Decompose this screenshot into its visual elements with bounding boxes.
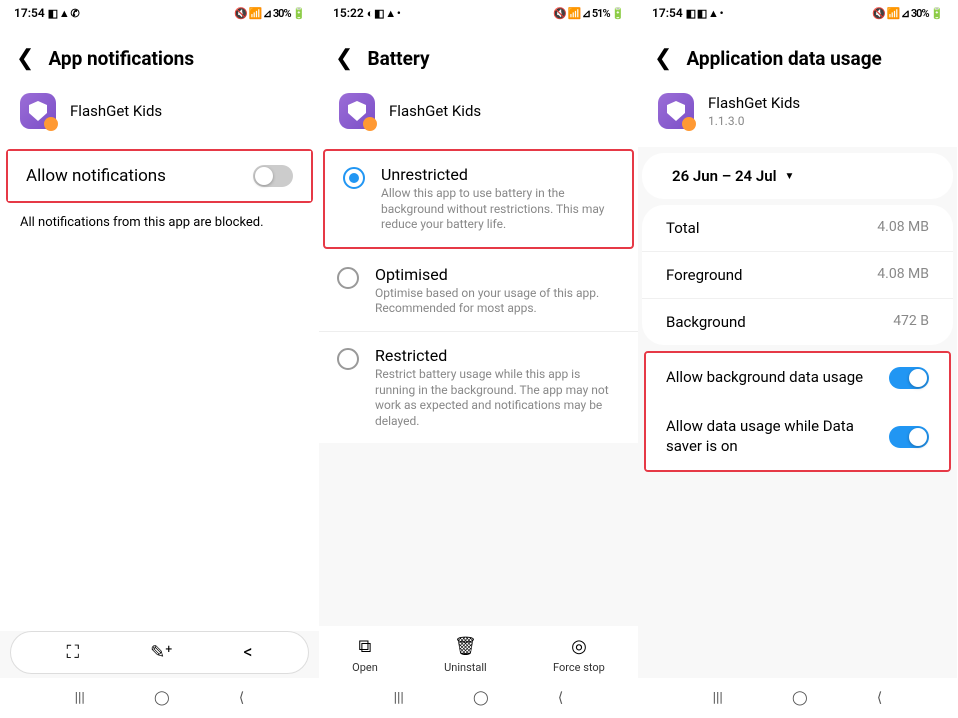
- chevron-down-icon: ▼: [784, 171, 794, 182]
- radio-icon[interactable]: [343, 167, 365, 189]
- app-name: FlashGet Kids: [708, 94, 800, 112]
- option-title: Restricted: [375, 346, 620, 365]
- status-bar: 17:54 ◧ ◧ ▲ • 🔇 📶 ⊿ 30% 🔋: [638, 0, 957, 26]
- option-restricted[interactable]: Restricted Restrict battery usage while …: [319, 332, 638, 443]
- uninstall-button[interactable]: 🗑 Uninstall: [444, 636, 487, 674]
- toggle-background-data[interactable]: Allow background data usage: [646, 353, 949, 403]
- highlight-data-toggles: Allow background data usage Allow data u…: [644, 351, 951, 472]
- app-row: FlashGet Kids: [0, 85, 319, 147]
- toggle-label: Allow notifications: [26, 166, 166, 186]
- share-icon[interactable]: <: [243, 642, 252, 663]
- status-right-icons: 🔇 📶 ⊿ 30% 🔋: [872, 7, 943, 20]
- nav-bar: ||| ◯ ⟨: [319, 678, 638, 718]
- screen-battery: 15:22 ◐ ◧ ▲ • 🔇 📶 ⊿ 51% 🔋 ❮ Battery Flas…: [319, 0, 638, 718]
- app-icon: [339, 93, 375, 129]
- back-icon[interactable]: ❮: [654, 46, 672, 71]
- app-row: FlashGet Kids 1.1.3.0: [638, 85, 957, 147]
- edit-icon[interactable]: ✎⁺: [150, 642, 172, 663]
- status-time: 17:54: [14, 6, 45, 20]
- nav-back[interactable]: ⟨: [877, 690, 882, 706]
- app-icon: [20, 93, 56, 129]
- header: ❮ Application data usage: [638, 26, 957, 85]
- hint-text: All notifications from this app are bloc…: [0, 205, 319, 240]
- nav-recent[interactable]: |||: [394, 690, 404, 706]
- header: ❮ Battery: [319, 26, 638, 85]
- nav-back[interactable]: ⟨: [239, 690, 244, 706]
- nav-home[interactable]: ◯: [473, 690, 489, 706]
- page-title: App notifications: [48, 47, 194, 70]
- status-right-icons: 🔇 📶 ⊿ 51% 🔋: [553, 7, 624, 20]
- toggle-switch[interactable]: [889, 367, 929, 389]
- highlight-allow-notifications: Allow notifications: [6, 149, 313, 203]
- nav-bar: ||| ◯ ⟨: [0, 678, 319, 718]
- header: ❮ App notifications: [0, 26, 319, 85]
- nav-back[interactable]: ⟨: [558, 690, 563, 706]
- app-name: FlashGet Kids: [389, 102, 481, 120]
- option-title: Unrestricted: [381, 165, 614, 184]
- status-bar: 17:54 ◧ ▲ ✆ 🔇 📶 ⊿ 30% 🔋: [0, 0, 319, 26]
- status-time: 17:54: [652, 6, 683, 20]
- allow-notifications-row[interactable]: Allow notifications: [8, 151, 311, 201]
- open-icon: ⧉: [359, 636, 372, 657]
- bottom-action-bar: ⧉ Open 🗑 Uninstall ◎ Force stop: [319, 626, 638, 678]
- app-name: FlashGet Kids: [70, 102, 162, 120]
- usage-foreground: Foreground 4.08 MB: [642, 252, 953, 299]
- screen-app-notifications: 17:54 ◧ ▲ ✆ 🔇 📶 ⊿ 30% 🔋 ❮ App notificati…: [0, 0, 319, 718]
- status-bar: 15:22 ◐ ◧ ▲ • 🔇 📶 ⊿ 51% 🔋: [319, 0, 638, 26]
- back-icon[interactable]: ❮: [16, 46, 34, 71]
- toggle-switch[interactable]: [889, 426, 929, 448]
- nav-recent[interactable]: |||: [713, 690, 723, 706]
- status-time: 15:22: [333, 6, 364, 20]
- status-left-icons: ◧ ▲ ✆: [48, 7, 79, 20]
- option-title: Optimised: [375, 265, 620, 284]
- usage-background: Background 472 B: [642, 299, 953, 345]
- date-range-selector[interactable]: 26 Jun – 24 Jul ▼: [642, 153, 953, 199]
- date-range-label: 26 Jun – 24 Jul: [672, 167, 776, 185]
- nav-home[interactable]: ◯: [154, 690, 170, 706]
- open-button[interactable]: ⧉ Open: [352, 636, 378, 674]
- status-left-icons: ◧ ◧ ▲ •: [686, 7, 723, 20]
- trash-icon: 🗑: [454, 636, 477, 657]
- usage-card: Total 4.08 MB Foreground 4.08 MB Backgro…: [642, 205, 953, 345]
- usage-total: Total 4.08 MB: [642, 205, 953, 252]
- scan-icon[interactable]: ⛶: [66, 642, 79, 663]
- radio-icon[interactable]: [337, 348, 359, 370]
- highlight-unrestricted: Unrestricted Allow this app to use batte…: [323, 149, 634, 249]
- force-stop-button[interactable]: ◎ Force stop: [553, 636, 605, 674]
- status-right-icons: 🔇 📶 ⊿ 30% 🔋: [234, 7, 305, 20]
- option-desc: Allow this app to use battery in the bac…: [381, 186, 614, 233]
- page-title: Battery: [367, 47, 429, 70]
- option-desc: Optimise based on your usage of this app…: [375, 286, 620, 317]
- radio-icon[interactable]: [337, 267, 359, 289]
- toggle-switch[interactable]: [253, 165, 293, 187]
- app-row: FlashGet Kids: [319, 85, 638, 147]
- option-optimised[interactable]: Optimised Optimise based on your usage o…: [319, 251, 638, 332]
- screen-data-usage: 17:54 ◧ ◧ ▲ • 🔇 📶 ⊿ 30% 🔋 ❮ Application …: [638, 0, 957, 718]
- app-version: 1.1.3.0: [708, 114, 800, 128]
- option-desc: Restrict battery usage while this app is…: [375, 367, 620, 429]
- app-icon: [658, 93, 694, 129]
- page-title: Application data usage: [686, 47, 881, 70]
- pill-bar: ⛶ ✎⁺ <: [10, 631, 309, 674]
- nav-recent[interactable]: |||: [75, 690, 85, 706]
- option-unrestricted[interactable]: Unrestricted Allow this app to use batte…: [325, 151, 632, 247]
- back-icon[interactable]: ❮: [335, 46, 353, 71]
- toggle-data-saver[interactable]: Allow data usage while Data saver is on: [646, 403, 949, 470]
- nav-bar: ||| ◯ ⟨: [638, 678, 957, 718]
- nav-home[interactable]: ◯: [792, 690, 808, 706]
- stop-icon: ◎: [571, 636, 587, 657]
- status-left-icons: ◐ ◧ ▲ •: [367, 7, 400, 20]
